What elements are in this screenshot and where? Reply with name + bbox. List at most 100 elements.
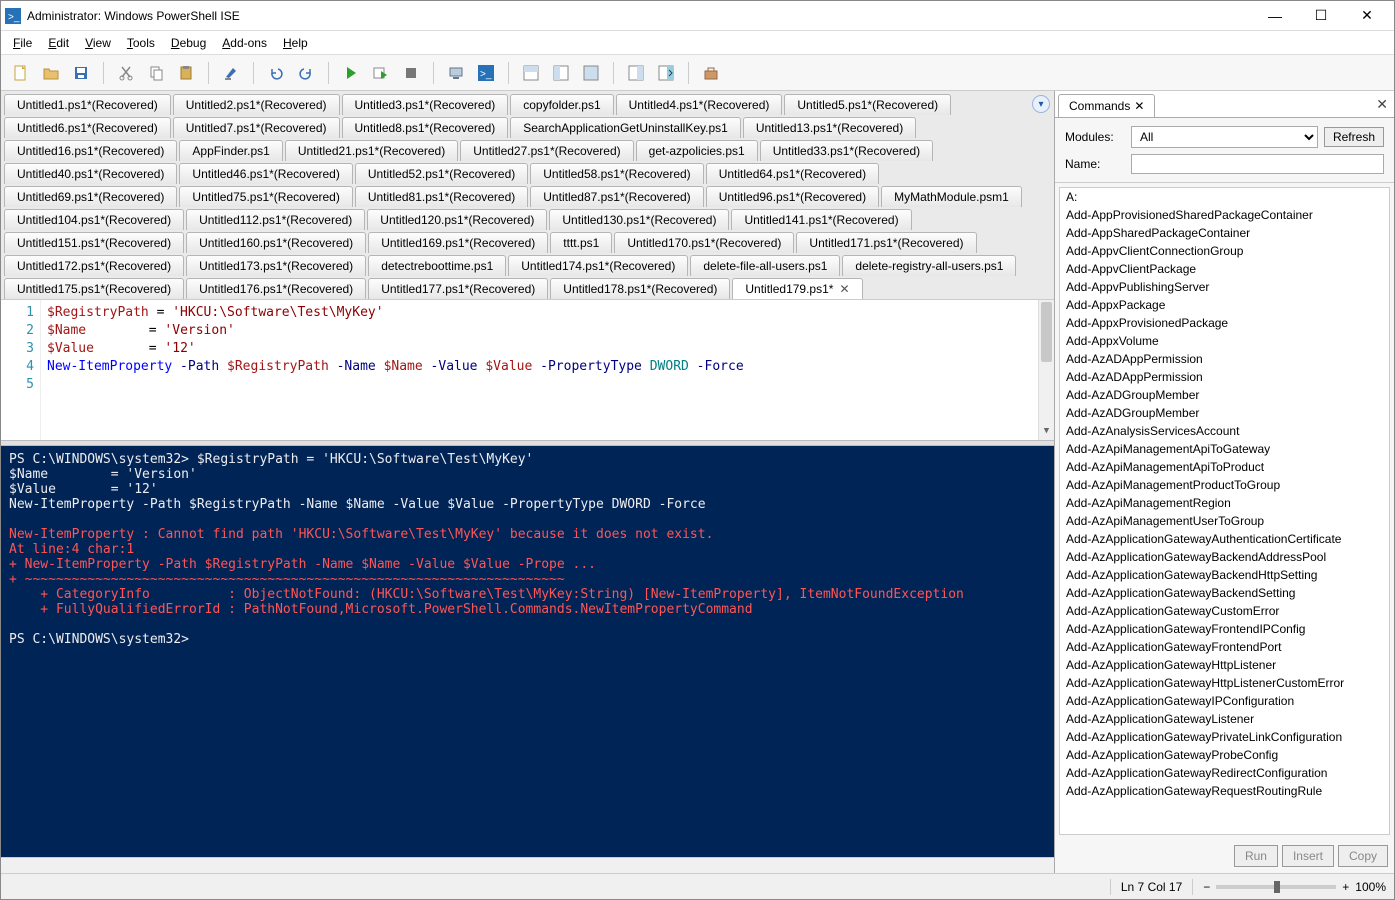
layout-side-button[interactable]: [547, 59, 575, 87]
file-tab[interactable]: detectreboottime.ps1: [368, 255, 506, 276]
command-list-item[interactable]: Add-AzADGroupMember: [1060, 386, 1389, 404]
file-tab[interactable]: Untitled169.ps1*(Recovered): [368, 232, 548, 253]
new-button[interactable]: [7, 59, 35, 87]
console-hscrollbar[interactable]: [1, 857, 1054, 873]
cut-button[interactable]: [112, 59, 140, 87]
menu-addons[interactable]: Add-ons: [214, 33, 275, 53]
file-tab[interactable]: Untitled1.ps1*(Recovered): [4, 94, 171, 115]
file-tab[interactable]: Untitled16.ps1*(Recovered): [4, 140, 177, 161]
redo-button[interactable]: [292, 59, 320, 87]
command-list-item[interactable]: Add-AzADGroupMember: [1060, 404, 1389, 422]
menu-debug[interactable]: Debug: [163, 33, 214, 53]
command-list-item[interactable]: Add-AzApiManagementProductToGroup: [1060, 476, 1389, 494]
file-tab[interactable]: Untitled177.ps1*(Recovered): [368, 278, 548, 299]
file-tab[interactable]: Untitled75.ps1*(Recovered): [179, 186, 352, 207]
file-tab[interactable]: MyMathModule.psm1: [881, 186, 1022, 207]
menu-file[interactable]: File: [5, 33, 40, 53]
file-tab[interactable]: Untitled81.ps1*(Recovered): [355, 186, 528, 207]
copy-command-button[interactable]: Copy: [1338, 845, 1388, 867]
open-button[interactable]: [37, 59, 65, 87]
file-tab[interactable]: Untitled112.ps1*(Recovered): [186, 209, 365, 230]
paste-button[interactable]: [172, 59, 200, 87]
command-list-item[interactable]: Add-AppvClientPackage: [1060, 260, 1389, 278]
file-tab[interactable]: SearchApplicationGetUninstallKey.ps1: [510, 117, 741, 138]
file-tab[interactable]: delete-file-all-users.ps1: [690, 255, 840, 276]
script-editor[interactable]: 12345 $RegistryPath = 'HKCU:\Software\Te…: [1, 300, 1054, 440]
command-list-item[interactable]: Add-AzApiManagementUserToGroup: [1060, 512, 1389, 530]
command-list-item[interactable]: Add-AzApplicationGatewayAuthenticationCe…: [1060, 530, 1389, 548]
file-tab[interactable]: Untitled27.ps1*(Recovered): [460, 140, 633, 161]
command-list-item[interactable]: Add-AzApplicationGatewayHttpListenerCust…: [1060, 674, 1389, 692]
command-list-item[interactable]: Add-AzApplicationGatewayBackendAddressPo…: [1060, 548, 1389, 566]
command-list-item[interactable]: Add-AzApplicationGatewayProbeConfig: [1060, 746, 1389, 764]
file-tab[interactable]: Untitled151.ps1*(Recovered): [4, 232, 184, 253]
clear-button[interactable]: [217, 59, 245, 87]
remote-button[interactable]: [442, 59, 470, 87]
file-tab[interactable]: Untitled52.ps1*(Recovered): [355, 163, 528, 184]
close-pane-button[interactable]: ✕: [1376, 96, 1388, 113]
refresh-button[interactable]: Refresh: [1324, 127, 1384, 147]
command-list-item[interactable]: Add-AzApplicationGatewayCustomError: [1060, 602, 1389, 620]
powershell-button[interactable]: >_: [472, 59, 500, 87]
file-tab[interactable]: Untitled7.ps1*(Recovered): [173, 117, 340, 138]
command-list-item[interactable]: Add-AppxProvisionedPackage: [1060, 314, 1389, 332]
command-list-item[interactable]: Add-AzApplicationGatewayRequestRoutingRu…: [1060, 782, 1389, 800]
show-command-addon-button[interactable]: [652, 59, 680, 87]
command-list-item[interactable]: Add-AppxPackage: [1060, 296, 1389, 314]
file-tab[interactable]: Untitled4.ps1*(Recovered): [616, 94, 783, 115]
menu-tools[interactable]: Tools: [119, 33, 163, 53]
file-tab[interactable]: tttt.ps1: [550, 232, 612, 253]
file-tab[interactable]: Untitled5.ps1*(Recovered): [784, 94, 951, 115]
file-tab[interactable]: Untitled87.ps1*(Recovered): [530, 186, 703, 207]
command-list-item[interactable]: Add-AzApplicationGatewayPrivateLinkConfi…: [1060, 728, 1389, 746]
save-button[interactable]: [67, 59, 95, 87]
file-tab[interactable]: Untitled46.ps1*(Recovered): [179, 163, 352, 184]
file-tab[interactable]: Untitled21.ps1*(Recovered): [285, 140, 458, 161]
command-list-item[interactable]: A:: [1060, 188, 1389, 206]
command-list-item[interactable]: Add-AzAnalysisServicesAccount: [1060, 422, 1389, 440]
command-list-item[interactable]: Add-AppProvisionedSharedPackageContainer: [1060, 206, 1389, 224]
toolbox-button[interactable]: [697, 59, 725, 87]
scroll-down-arrow[interactable]: ▼: [1039, 426, 1054, 440]
command-list-item[interactable]: Add-AzApplicationGatewayFrontendIPConfig: [1060, 620, 1389, 638]
file-tab[interactable]: get-azpolicies.ps1: [636, 140, 758, 161]
zoom-slider[interactable]: [1216, 885, 1336, 889]
file-tab[interactable]: Untitled33.ps1*(Recovered): [760, 140, 933, 161]
file-tab[interactable]: Untitled104.ps1*(Recovered): [4, 209, 184, 230]
undo-button[interactable]: [262, 59, 290, 87]
run-button[interactable]: [337, 59, 365, 87]
modules-select[interactable]: All: [1131, 126, 1318, 148]
command-list-item[interactable]: Add-AzApplicationGatewayIPConfiguration: [1060, 692, 1389, 710]
close-tab-icon[interactable]: ✕: [839, 282, 849, 296]
file-tab[interactable]: Untitled175.ps1*(Recovered): [4, 278, 184, 299]
command-list-item[interactable]: Add-AzApiManagementRegion: [1060, 494, 1389, 512]
layout-script-top-button[interactable]: [517, 59, 545, 87]
menu-help[interactable]: Help: [275, 33, 316, 53]
file-tab[interactable]: Untitled160.ps1*(Recovered): [186, 232, 366, 253]
file-tab[interactable]: Untitled176.ps1*(Recovered): [186, 278, 366, 299]
file-tab[interactable]: Untitled174.ps1*(Recovered): [508, 255, 688, 276]
file-tab[interactable]: Untitled3.ps1*(Recovered): [342, 94, 509, 115]
command-list-item[interactable]: Add-AzADAppPermission: [1060, 350, 1389, 368]
command-list-item[interactable]: Add-AppSharedPackageContainer: [1060, 224, 1389, 242]
command-list-item[interactable]: Add-AppvClientConnectionGroup: [1060, 242, 1389, 260]
insert-command-button[interactable]: Insert: [1282, 845, 1334, 867]
file-tab[interactable]: Untitled64.ps1*(Recovered): [706, 163, 879, 184]
file-tab[interactable]: Untitled96.ps1*(Recovered): [706, 186, 879, 207]
file-tab[interactable]: Untitled170.ps1*(Recovered): [614, 232, 794, 253]
file-tab[interactable]: Untitled173.ps1*(Recovered): [186, 255, 366, 276]
run-command-button[interactable]: Run: [1234, 845, 1278, 867]
zoom-out-icon[interactable]: −: [1203, 880, 1210, 894]
commands-list[interactable]: A:Add-AppProvisionedSharedPackageContain…: [1059, 187, 1390, 835]
editor-vscrollbar[interactable]: ▲ ▼: [1038, 300, 1054, 440]
command-list-item[interactable]: Add-AzADAppPermission: [1060, 368, 1389, 386]
file-tab[interactable]: Untitled2.ps1*(Recovered): [173, 94, 340, 115]
command-list-item[interactable]: Add-AzApiManagementApiToProduct: [1060, 458, 1389, 476]
file-tab[interactable]: Untitled13.ps1*(Recovered): [743, 117, 916, 138]
tab-scroll-button[interactable]: ▾: [1032, 95, 1050, 113]
file-tab[interactable]: Untitled179.ps1*✕: [732, 278, 862, 299]
file-tab[interactable]: delete-registry-all-users.ps1: [842, 255, 1016, 276]
command-list-item[interactable]: Add-AzApiManagementApiToGateway: [1060, 440, 1389, 458]
file-tab[interactable]: Untitled171.ps1*(Recovered): [796, 232, 976, 253]
close-button[interactable]: ✕: [1344, 1, 1390, 31]
